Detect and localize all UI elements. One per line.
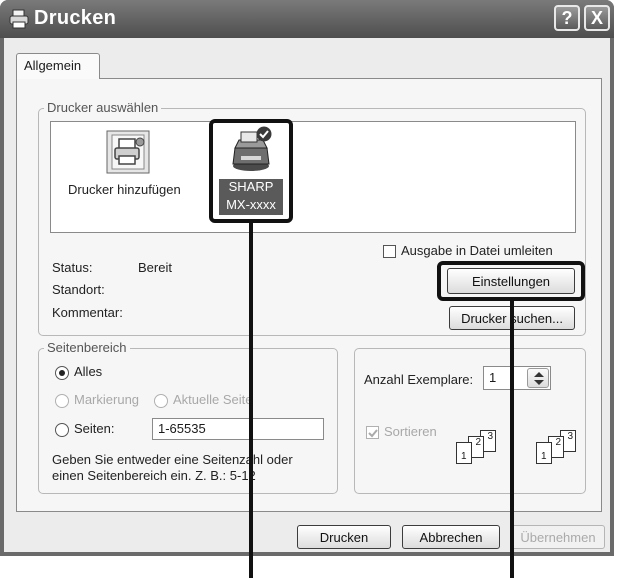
page-range-hint-line2: einen Seitenbereich ein. Z. B.: 5-12 xyxy=(52,468,256,483)
collate-stack-2: 3 2 1 xyxy=(534,430,594,470)
printer-callout-line xyxy=(249,223,253,578)
comment-label: Kommentar: xyxy=(52,305,123,320)
radio-current-page-label[interactable]: Aktuelle Seite xyxy=(173,392,253,407)
printer-callout-frame xyxy=(209,119,293,223)
radio-all[interactable] xyxy=(55,366,69,380)
pages-input[interactable]: 1-65535 xyxy=(152,418,324,440)
settings-callout-frame xyxy=(437,261,585,301)
copies-spinner[interactable] xyxy=(527,368,549,388)
print-to-file-checkbox[interactable] xyxy=(383,245,396,258)
close-button[interactable]: X xyxy=(584,5,610,31)
print-to-file-label[interactable]: Ausgabe in Datei umleiten xyxy=(401,243,553,258)
add-printer-icon[interactable] xyxy=(106,130,150,174)
radio-selection[interactable] xyxy=(55,394,69,408)
add-printer-label[interactable]: Drucker hinzufügen xyxy=(68,182,181,197)
apply-button[interactable]: Übernehmen xyxy=(511,525,605,549)
page-range-legend: Seitenbereich xyxy=(44,340,130,355)
print-button[interactable]: Drucken xyxy=(297,525,391,549)
settings-callout-line xyxy=(510,301,514,578)
collate-label[interactable]: Sortieren xyxy=(384,424,437,439)
help-button[interactable]: ? xyxy=(554,5,580,31)
cancel-button[interactable]: Abbrechen xyxy=(402,525,500,549)
page-range-hint: Geben Sie entweder eine Seitenzahl oder … xyxy=(52,452,312,484)
radio-pages-label[interactable]: Seiten: xyxy=(74,421,114,436)
collate-checkbox[interactable] xyxy=(366,426,379,439)
copies-group xyxy=(354,348,586,494)
copies-label: Anzahl Exemplare: xyxy=(364,372,474,387)
printer-select-legend: Drucker auswählen xyxy=(44,100,162,115)
spinner-up-icon[interactable] xyxy=(534,372,544,377)
location-label: Standort: xyxy=(52,282,105,297)
collate-page-1: 1 xyxy=(536,442,552,464)
page-range-hint-line1: Geben Sie entweder eine Seitenzahl oder xyxy=(52,452,293,467)
window-title: Drucken xyxy=(34,7,117,29)
collate-page-1: 1 xyxy=(456,442,472,464)
tab-general[interactable]: Allgemein xyxy=(16,53,100,79)
status-label: Status: xyxy=(52,260,93,275)
radio-pages[interactable] xyxy=(55,423,69,437)
radio-current-page[interactable] xyxy=(154,394,168,408)
radio-all-dot xyxy=(59,370,65,376)
status-value: Bereit xyxy=(138,260,172,275)
printer-title-icon xyxy=(9,9,29,29)
radio-selection-label[interactable]: Markierung xyxy=(74,392,139,407)
collate-stack-1: 3 2 1 xyxy=(454,430,514,470)
radio-all-label[interactable]: Alles xyxy=(74,364,102,379)
collate-check-icon xyxy=(368,429,378,438)
spinner-down-icon[interactable] xyxy=(534,380,544,385)
